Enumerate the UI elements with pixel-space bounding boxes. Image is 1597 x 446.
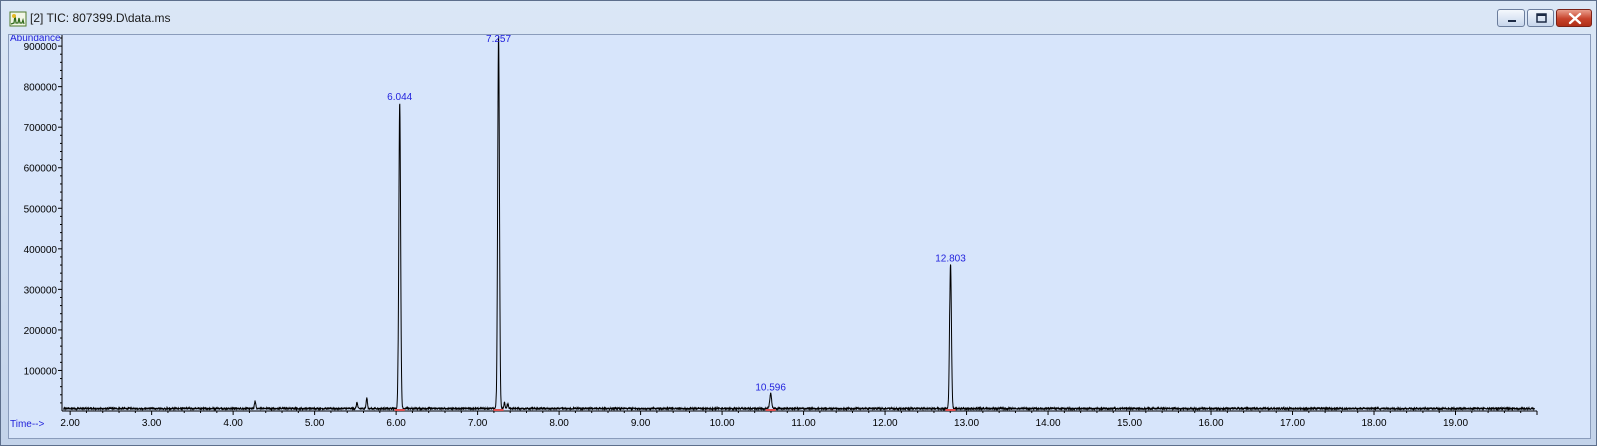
peak-label: 7.257 <box>486 35 511 45</box>
y-tick-label: 500000 <box>24 204 58 215</box>
chromatogram-chart[interactable]: 100000 200000 300000 400000 500000 600000 7000… <box>9 35 1590 438</box>
x-tick-label: 16.00 <box>1199 418 1224 429</box>
x-tick-label: 3.00 <box>142 418 162 429</box>
restore-icon <box>1536 13 1547 23</box>
x-tick-label: 4.00 <box>223 418 243 429</box>
x-axis-label: Time--> <box>10 419 45 430</box>
peak-label: 6.044 <box>387 92 412 103</box>
y-tick-label: 200000 <box>24 326 58 337</box>
minimize-button[interactable] <box>1497 9 1525 27</box>
x-tick-label: 19.00 <box>1443 418 1468 429</box>
y-tick-label: 300000 <box>24 285 58 296</box>
x-tick-label: 18.00 <box>1362 418 1387 429</box>
x-tick-label: 11.00 <box>791 418 816 429</box>
title-bar[interactable]: [2] TIC: 807399.D\data.ms <box>1 1 1596 35</box>
minimize-icon <box>1508 20 1516 22</box>
x-tick-label: 2.00 <box>60 418 80 429</box>
peak-label: 10.596 <box>755 383 786 394</box>
x-tick-label: 17.00 <box>1280 418 1305 429</box>
peak-label: 12.803 <box>935 253 966 264</box>
y-tick-label: 100000 <box>24 366 58 377</box>
x-tick-label: 6.00 <box>386 418 406 429</box>
close-icon <box>1568 12 1582 25</box>
y-axis-ticks: 100000 200000 300000 400000 500000 600000 7000… <box>24 37 62 404</box>
tic-trace-line <box>63 36 1535 412</box>
y-tick-label: 800000 <box>24 83 58 94</box>
x-tick-label: 13.00 <box>954 418 979 429</box>
close-button[interactable] <box>1556 9 1592 27</box>
maximize-button[interactable] <box>1527 9 1554 27</box>
x-tick-label: 12.00 <box>873 418 898 429</box>
x-tick-label: 7.00 <box>468 418 488 429</box>
chromatogram-window: [2] TIC: 807399.D\data.ms 100000 200000 30… <box>0 0 1597 446</box>
chromatogram-plot-panel[interactable]: 100000 200000 300000 400000 500000 600000 7000… <box>8 34 1591 439</box>
y-tick-label: 700000 <box>24 123 58 134</box>
x-tick-label: 14.00 <box>1036 418 1061 429</box>
window-title: [2] TIC: 807399.D\data.ms <box>30 11 171 25</box>
x-tick-label: 15.00 <box>1117 418 1142 429</box>
chart-axes <box>61 35 1537 412</box>
peak-labels: 6.044 7.257 10.596 12.803 <box>387 35 966 394</box>
y-tick-label: 600000 <box>24 164 58 175</box>
x-tick-label: 9.00 <box>631 418 651 429</box>
y-tick-label: 400000 <box>24 245 58 256</box>
chromatogram-app-icon <box>9 11 27 27</box>
x-tick-label: 10.00 <box>710 418 735 429</box>
x-tick-label: 8.00 <box>549 418 569 429</box>
y-axis-label: Abundance <box>10 35 61 44</box>
x-tick-label: 5.00 <box>305 418 325 429</box>
x-axis-ticks: 2.00 3.00 4.00 5.00 6.00 7.00 8.00 9.00 10.00 11.… <box>60 411 1538 429</box>
